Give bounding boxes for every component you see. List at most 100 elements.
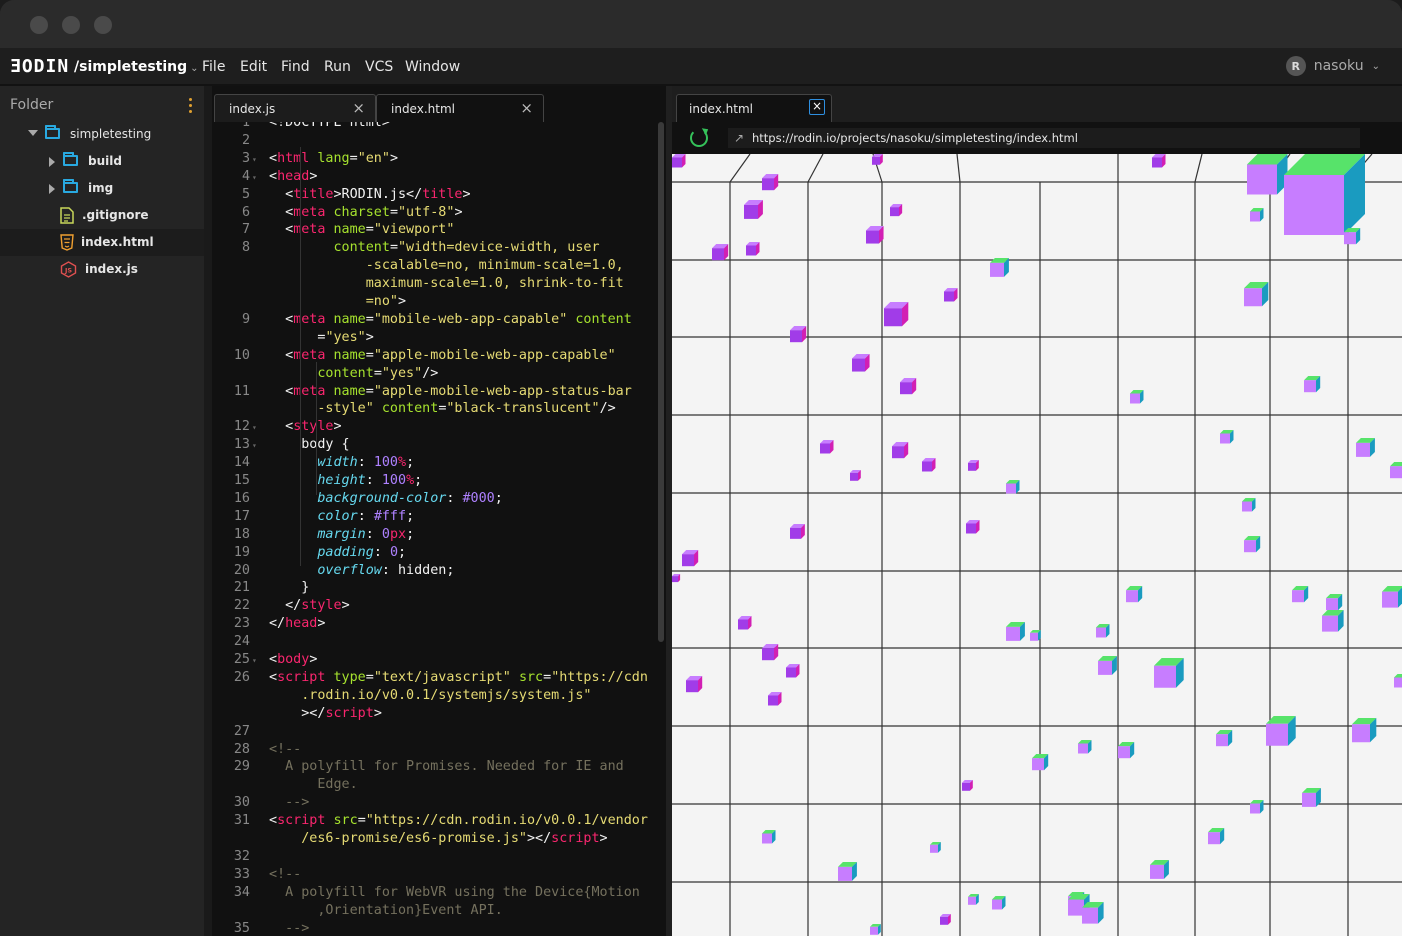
caret-right-icon[interactable] [49, 157, 55, 167]
cube [872, 154, 883, 165]
line-number: 10 [233, 347, 250, 363]
more-options-icon[interactable] [189, 98, 193, 116]
code-line: --> [269, 920, 310, 936]
line-number: 12 [233, 419, 250, 435]
code-line: A polyfill for WebVR using the Device{Mo… [269, 884, 640, 900]
menu-run[interactable]: Run [324, 59, 351, 75]
cube [962, 780, 973, 791]
panel-splitter[interactable] [204, 86, 212, 936]
title-bar [0, 0, 1402, 48]
cube-face [1394, 677, 1402, 688]
close-icon[interactable]: × [352, 99, 365, 117]
folder-icon [63, 152, 78, 166]
menu-find[interactable]: Find [281, 59, 310, 75]
cube [1284, 154, 1365, 235]
code-line: <body> [269, 652, 318, 667]
cube [1352, 718, 1377, 743]
editor-scrollbar[interactable] [658, 122, 664, 642]
cube-face [1302, 792, 1316, 807]
fold-caret-icon[interactable]: ▾ [252, 155, 257, 164]
fold-caret-icon[interactable]: ▾ [252, 656, 257, 665]
project-switcher[interactable]: /simpletesting ⌄ [74, 59, 199, 75]
cube [890, 204, 903, 217]
cube-face [1006, 626, 1020, 641]
line-number: 34 [233, 884, 250, 900]
code-area[interactable]: 1 <!DOCTYPE html> 2 3 ▾ <html lang="en"> 4 ▾ <he… [212, 122, 666, 936]
cube [1266, 716, 1296, 746]
code-line: maximum-scale=1.0, shrink-to-fit [365, 276, 624, 292]
cube-face [1394, 674, 1402, 678]
cube-face [1216, 734, 1228, 747]
menu-edit[interactable]: Edit [240, 59, 267, 75]
tab-index-html[interactable]: index.html × [376, 94, 544, 122]
cube-face [900, 382, 912, 395]
cube-face [1032, 758, 1044, 771]
cube [738, 616, 752, 630]
cube [1030, 630, 1041, 641]
cube-face [838, 866, 852, 881]
cube-face [1150, 864, 1164, 879]
url-bar[interactable]: ↗ https://rodin.io/projects/nasoku/simpl… [728, 128, 1360, 148]
cube-face [866, 230, 879, 244]
cube [992, 896, 1006, 910]
editor-tabs: index.js × index.html × [212, 94, 666, 122]
tree-item-label: .gitignore [82, 208, 149, 222]
tree-file-index-js[interactable]: JS index.js [0, 256, 204, 283]
cube [866, 226, 884, 244]
tree-folder-img[interactable]: img [0, 175, 204, 202]
code-line: ,Orientation}Event API. [269, 902, 503, 918]
minimize-window-button[interactable] [62, 16, 80, 34]
text-file-icon [60, 207, 74, 224]
tree-item-label: index.html [81, 235, 154, 249]
code-line: padding: 0; [317, 544, 407, 560]
external-link-icon[interactable]: ↗ [734, 131, 744, 145]
cube [1292, 586, 1309, 603]
tree-folder-simpletesting[interactable]: simpletesting [0, 121, 204, 148]
cube [1150, 860, 1169, 879]
tab-index-js[interactable]: index.js × [214, 94, 376, 122]
indent-guide [316, 361, 317, 495]
reload-icon[interactable] [690, 129, 708, 147]
code-line: -style" content="black-translucent"/> [317, 401, 616, 417]
cube [1244, 282, 1269, 307]
cube [744, 200, 763, 219]
line-number: 24 [233, 634, 250, 650]
line-number: 14 [233, 455, 250, 471]
cube-face [962, 782, 970, 791]
line-number: 30 [233, 795, 250, 811]
tab-preview-index-html[interactable]: index.html × [676, 94, 832, 122]
menu-vcs[interactable]: VCS [365, 59, 393, 75]
cube-face [1098, 660, 1112, 675]
caret-down-icon[interactable] [28, 130, 38, 136]
code-line: body { [269, 437, 350, 453]
zoom-window-button[interactable] [94, 16, 112, 34]
fold-caret-icon[interactable]: ▾ [252, 441, 257, 450]
cube [838, 862, 857, 881]
scene-canvas[interactable] [672, 154, 1402, 936]
menu-window[interactable]: Window [405, 59, 460, 75]
user-menu[interactable]: R nasoku ⌄ [1285, 56, 1380, 76]
fold-caret-icon[interactable]: ▾ [252, 173, 257, 182]
cube-face [1326, 598, 1338, 611]
close-icon[interactable]: × [809, 99, 825, 115]
tree-file-gitignore[interactable]: .gitignore [0, 202, 204, 229]
cube-face [1082, 907, 1098, 924]
caret-right-icon[interactable] [49, 184, 55, 194]
cube-face [1068, 899, 1084, 916]
cube-face [968, 462, 976, 471]
tree-file-index-html[interactable]: index.html [0, 229, 204, 256]
webvr-scene[interactable] [672, 154, 1402, 936]
cube [682, 550, 699, 567]
fold-caret-icon[interactable]: ▾ [252, 423, 257, 432]
line-number: 19 [233, 544, 250, 560]
close-window-button[interactable] [30, 16, 48, 34]
tree-folder-build[interactable]: build [0, 148, 204, 175]
line-number: 15 [233, 473, 250, 488]
close-icon[interactable]: × [520, 99, 533, 117]
menu-file[interactable]: File [202, 59, 225, 75]
line-number: 28 [233, 741, 250, 757]
cube-face [890, 207, 899, 217]
cube [1152, 154, 1166, 168]
line-number: 11 [233, 383, 250, 399]
cube-face [1078, 743, 1088, 754]
